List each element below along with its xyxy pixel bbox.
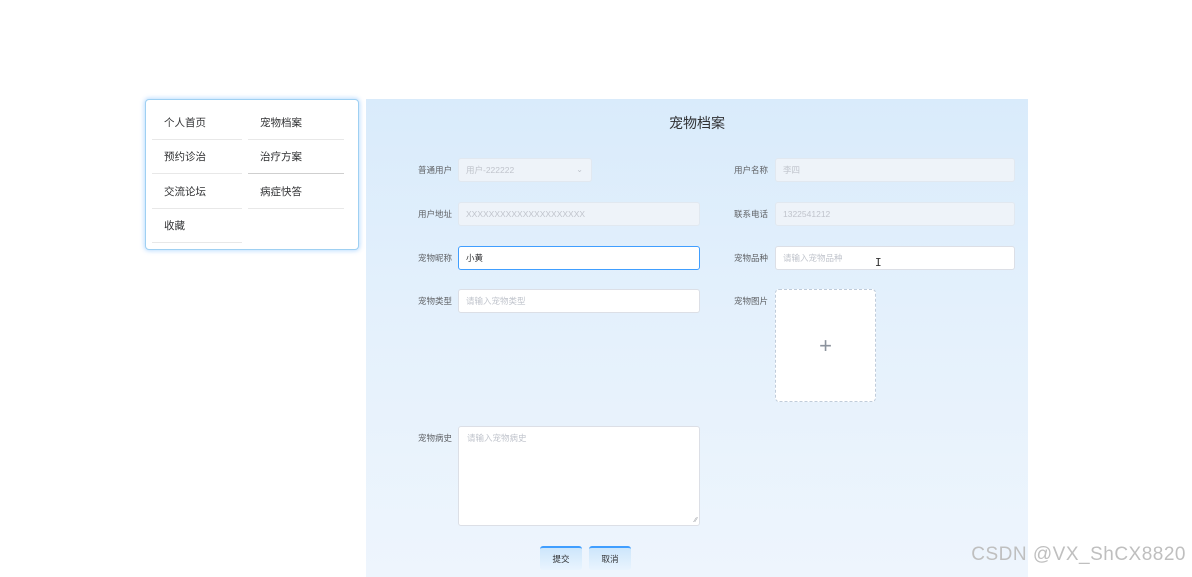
menu-item-forum[interactable]: 交流论坛 — [152, 175, 242, 209]
plus-icon: + — [819, 332, 832, 358]
cancel-button[interactable]: 取消 — [589, 546, 631, 570]
address-label: 用户地址 — [417, 209, 452, 219]
phone-label: 联系电话 — [733, 209, 768, 219]
pet-nickname-label: 宠物昵称 — [417, 253, 452, 263]
menu-item-pet-archive[interactable]: 宠物档案 — [248, 106, 344, 140]
pet-history-textarea[interactable]: 请输入宠物病史 ∕∕ — [458, 426, 700, 526]
menu-item-favorites[interactable]: 收藏 — [152, 209, 242, 243]
user-type-value: 用户-222222 — [466, 165, 515, 175]
menu-item-appointment[interactable]: 预约诊治 — [152, 140, 242, 174]
pet-type-input[interactable]: 请输入宠物类型 — [458, 289, 700, 313]
pet-type-placeholder: 请输入宠物类型 — [466, 296, 526, 306]
page-title: 宠物档案 — [669, 115, 725, 131]
submit-button[interactable]: 提交 — [540, 546, 582, 570]
pet-breed-placeholder: 请输入宠物品种 — [783, 253, 843, 263]
text-cursor-icon: I — [875, 256, 882, 269]
pet-breed-input[interactable]: 请输入宠物品种 — [775, 246, 1015, 270]
menu-item-quick-answer[interactable]: 病症快答 — [248, 175, 344, 209]
pet-nickname-input[interactable]: 小黄 — [458, 246, 700, 270]
pet-breed-label: 宠物品种 — [733, 253, 768, 263]
pet-history-placeholder: 请输入宠物病史 — [467, 433, 527, 443]
page: 个人首页 宠物档案 预约诊治 治疗方案 交流论坛 病症快答 收藏 宠物档案 普通… — [0, 0, 1192, 577]
pet-history-label: 宠物病史 — [417, 433, 452, 443]
resize-handle-icon[interactable]: ∕∕ — [695, 517, 697, 524]
pet-image-uploader[interactable]: + — [775, 289, 876, 402]
user-name-label: 用户名称 — [733, 165, 768, 175]
user-name-field[interactable]: 李四 — [775, 158, 1015, 182]
pet-archive-panel: 宠物档案 普通用户 用户-222222 ⌄ 用户名称 李四 用户地址 XXXXX… — [366, 99, 1028, 577]
pet-image-label: 宠物图片 — [733, 296, 768, 306]
menu-item-home[interactable]: 个人首页 — [152, 106, 242, 140]
menu-item-treatment-plan[interactable]: 治疗方案 — [248, 140, 344, 174]
user-type-select[interactable]: 用户-222222 ⌄ — [458, 158, 592, 182]
phone-field[interactable]: 1322541212 — [775, 202, 1015, 226]
side-menu: 个人首页 宠物档案 预约诊治 治疗方案 交流论坛 病症快答 收藏 — [145, 99, 359, 250]
user-type-label: 普通用户 — [417, 165, 452, 175]
pet-type-label: 宠物类型 — [417, 296, 452, 306]
pet-nickname-value: 小黄 — [466, 253, 484, 263]
address-field[interactable]: XXXXXXXXXXXXXXXXXXXXX — [458, 202, 700, 226]
chevron-down-icon: ⌄ — [576, 165, 583, 174]
user-name-value: 李四 — [783, 165, 801, 175]
watermark: CSDN @VX_ShCX8820 — [971, 544, 1186, 565]
phone-value: 1322541212 — [783, 209, 831, 219]
address-value: XXXXXXXXXXXXXXXXXXXXX — [466, 209, 586, 219]
